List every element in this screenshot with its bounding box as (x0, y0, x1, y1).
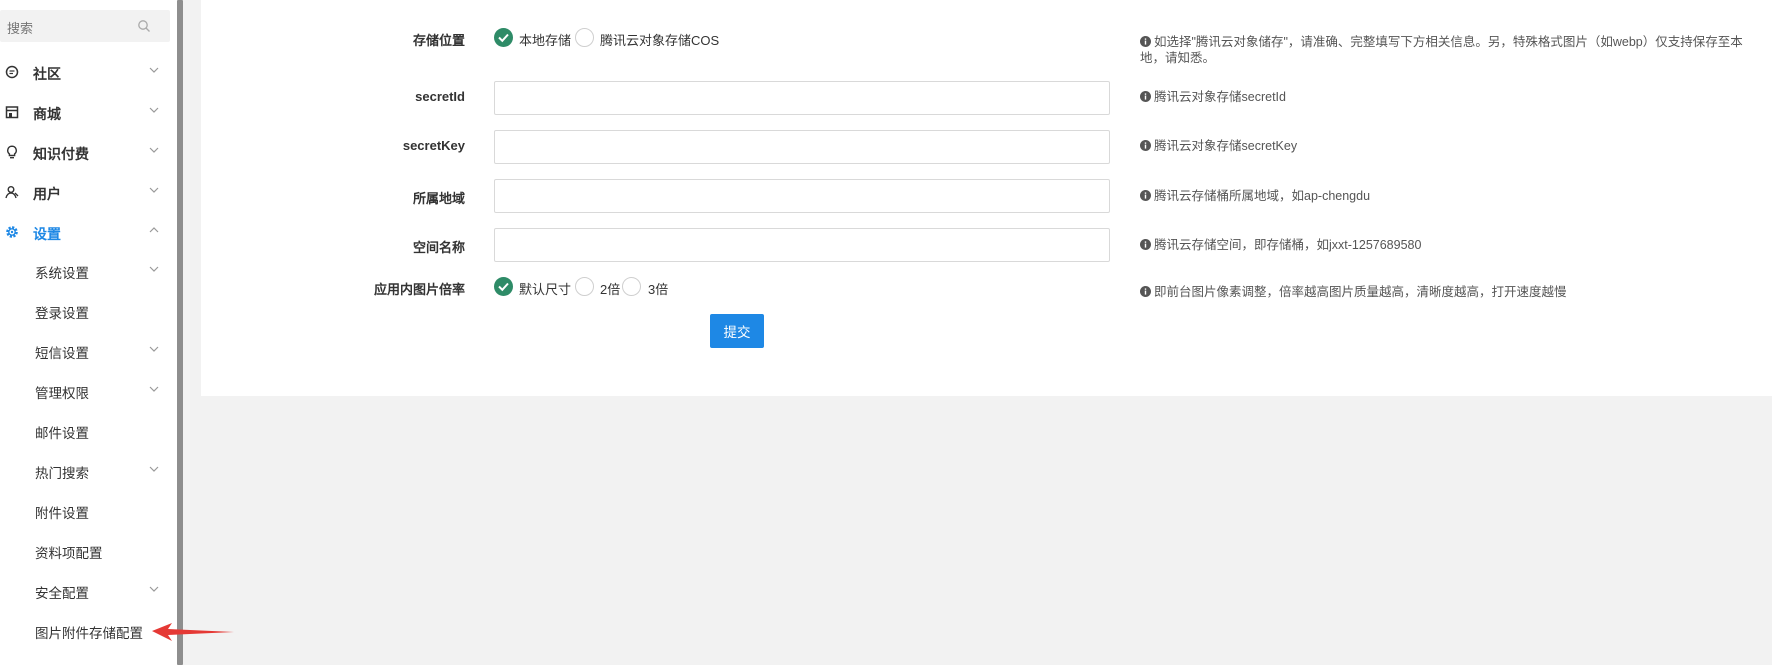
chevron-down-icon (149, 67, 159, 73)
search-box[interactable]: 搜索 (0, 10, 170, 42)
sidebar-item-image-storage[interactable]: 图片附件存储配置 (0, 612, 170, 648)
search-input[interactable]: 搜索 (7, 18, 33, 37)
hint-text: 腾讯云存储空间，即存储桶，如jxxt-1257689580 (1154, 238, 1422, 252)
sidebar-item-label: 图片附件存储配置 (35, 626, 143, 641)
nav-item-users[interactable]: 用户 (0, 174, 170, 210)
chevron-down-icon (149, 586, 159, 592)
secret-key-hint: 腾讯云对象存储secretKey (1140, 138, 1297, 154)
nav-item-community[interactable]: 社区 (0, 54, 170, 90)
radio-default-size[interactable] (494, 277, 513, 296)
sidebar-item-system-settings[interactable]: 系统设置 (0, 252, 170, 288)
nav-item-label: 商城 (33, 106, 61, 122)
radio-3x[interactable] (622, 277, 641, 296)
sidebar-item-label: 短信设置 (35, 346, 89, 361)
chevron-down-icon (149, 386, 159, 392)
lightbulb-icon (7, 145, 17, 159)
radio-local-storage[interactable] (494, 28, 513, 47)
sidebar-item-label: 资料项配置 (35, 546, 103, 561)
info-icon (1140, 239, 1151, 250)
region-hint: 腾讯云存储桶所属地域，如ap-chengdu (1140, 188, 1370, 204)
nav-item-label: 社区 (33, 66, 61, 82)
secret-id-hint: 腾讯云对象存储secretId (1140, 89, 1286, 105)
radio-label: 默认尺寸 (519, 282, 572, 297)
hint-text: 腾讯云对象存储secretKey (1154, 139, 1298, 153)
sidebar-item-security[interactable]: 安全配置 (0, 572, 170, 608)
hint-text: 即前台图片像素调整，倍率越高图片质量越高，清晰度越高，打开速度越慢 (1154, 285, 1567, 299)
search-icon[interactable] (137, 19, 151, 33)
nav-item-label: 用户 (33, 186, 61, 202)
radio-label: 腾讯云对象存储COS (600, 33, 720, 48)
chevron-down-icon (149, 187, 159, 193)
sidebar-scrollbar[interactable] (177, 0, 183, 665)
sidebar-item-login-settings[interactable]: 登录设置 (0, 292, 170, 328)
check-icon (498, 33, 509, 43)
nav-item-knowledge-pay[interactable]: 知识付费 (0, 134, 170, 170)
storage-hint: 如选择"腾讯云对象储存"，请准确、完整填写下方相关信息。另，特殊格式图片（如we… (1140, 34, 1760, 66)
hint-text: 如选择"腾讯云对象储存"，请准确、完整填写下方相关信息。另，特殊格式图片（如we… (1140, 35, 1743, 65)
sidebar-item-hot-search[interactable]: 热门搜索 (0, 452, 170, 488)
check-icon (498, 282, 509, 292)
bucket-name-label: 空间名称 (412, 240, 465, 255)
sidebar-item-label: 登录设置 (35, 306, 89, 321)
bucket-name-input[interactable] (494, 228, 1110, 262)
region-input[interactable] (494, 179, 1110, 213)
info-icon (1140, 190, 1151, 201)
sidebar-item-permissions[interactable]: 管理权限 (0, 372, 170, 408)
image-scale-label: 应用内图片倍率 (373, 282, 465, 297)
sidebar-item-label: 安全配置 (35, 586, 89, 601)
radio-label: 2倍 (600, 282, 621, 297)
sidebar-item-profile-fields[interactable]: 资料项配置 (0, 532, 170, 568)
radio-tencent-cos[interactable] (575, 28, 594, 47)
sidebar-item-sms-settings[interactable]: 短信设置 (0, 332, 170, 368)
nav-item-settings[interactable]: 设置 (0, 214, 170, 250)
radio-label: 本地存储 (519, 33, 572, 48)
secret-id-label: secretId (415, 89, 465, 104)
chevron-down-icon (149, 266, 159, 272)
nav-item-label: 知识付费 (33, 146, 89, 162)
sidebar-item-label: 附件设置 (35, 506, 89, 521)
image-scale-hint: 即前台图片像素调整，倍率越高图片质量越高，清晰度越高，打开速度越慢 (1140, 284, 1567, 300)
nav-item-mall[interactable]: 商城 (0, 94, 170, 130)
gear-icon (6, 226, 18, 238)
user-icon (5, 186, 19, 199)
store-icon (5, 106, 19, 119)
sidebar-item-label: 邮件设置 (35, 426, 89, 441)
secret-id-input[interactable] (494, 81, 1110, 115)
sidebar-item-email-settings[interactable]: 邮件设置 (0, 412, 170, 448)
sidebar-item-label: 热门搜索 (35, 466, 89, 481)
form-card: 存储位置 本地存储 腾讯云对象存储COS 如选择"腾讯云对象储存"，请准确、完整… (201, 0, 1772, 396)
radio-label: 3倍 (648, 282, 669, 297)
chat-icon (5, 65, 19, 79)
sidebar-item-label: 系统设置 (35, 266, 89, 281)
hint-text: 腾讯云存储桶所属地域，如ap-chengdu (1154, 189, 1371, 203)
info-icon (1140, 286, 1151, 297)
chevron-down-icon (149, 466, 159, 472)
sidebar-item-attachment-settings[interactable]: 附件设置 (0, 492, 170, 528)
bucket-name-hint: 腾讯云存储空间，即存储桶，如jxxt-1257689580 (1140, 237, 1421, 253)
region-label: 所属地域 (412, 191, 465, 206)
chevron-down-icon (149, 346, 159, 352)
info-icon (1140, 140, 1151, 151)
secret-key-input[interactable] (494, 130, 1110, 164)
chevron-up-icon (149, 227, 159, 233)
secret-key-label: secretKey (402, 138, 465, 153)
nav-item-label: 设置 (33, 226, 61, 242)
radio-2x[interactable] (575, 277, 594, 296)
info-icon (1140, 36, 1151, 47)
info-icon (1140, 91, 1151, 102)
hint-text: 腾讯云对象存储secretId (1154, 90, 1286, 104)
sidebar-item-label: 管理权限 (35, 386, 89, 401)
sidebar: 搜索 社区 商城 知识付费 用户 设置 系统设置 登录设置 短信设置 管理权限 … (0, 0, 180, 665)
chevron-down-icon (149, 107, 159, 113)
storage-location-label: 存储位置 (412, 33, 465, 48)
chevron-down-icon (149, 147, 159, 153)
submit-button[interactable]: 提交 (710, 314, 764, 348)
annotation-arrow-icon (152, 623, 234, 641)
